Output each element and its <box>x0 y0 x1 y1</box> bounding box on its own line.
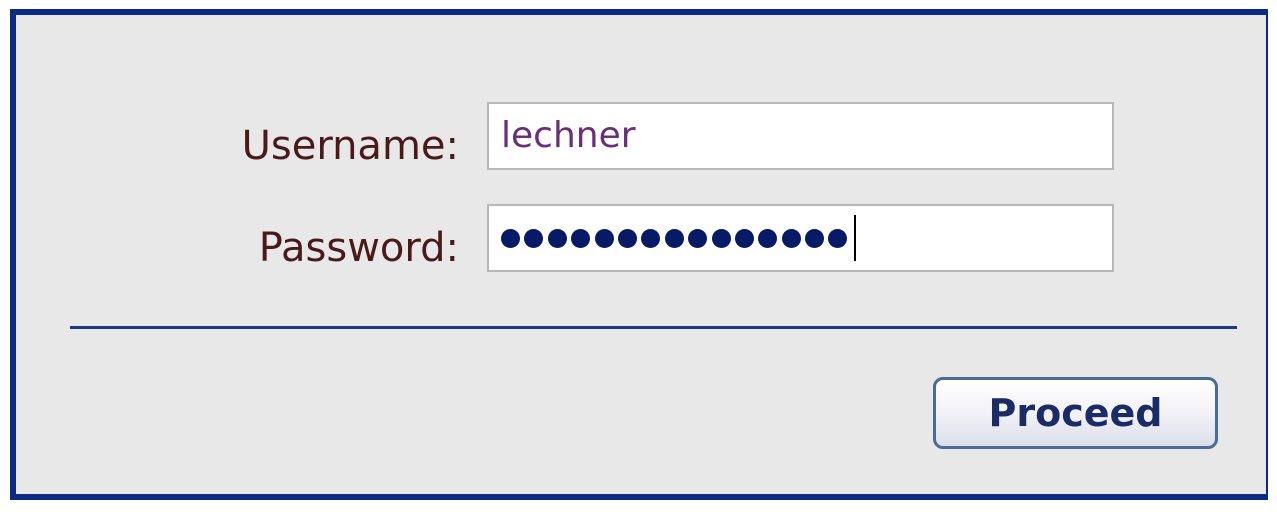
password-dot <box>711 228 731 248</box>
username-input-value: lechner <box>501 115 636 156</box>
login-panel: Username: lechner Password: Proceed <box>10 9 1268 500</box>
password-dot <box>664 228 684 248</box>
password-dot <box>594 228 614 248</box>
text-caret <box>853 215 856 261</box>
password-label: Password: <box>258 225 459 271</box>
password-dot <box>501 228 520 248</box>
password-mask <box>501 206 856 270</box>
password-input[interactable] <box>487 204 1114 272</box>
password-dot <box>758 228 778 248</box>
password-dot <box>571 228 591 248</box>
password-dot <box>617 228 637 248</box>
password-dot <box>547 228 567 248</box>
password-dot <box>688 228 708 248</box>
password-dot <box>805 228 825 248</box>
username-input[interactable]: lechner <box>487 102 1114 170</box>
password-dot <box>641 228 661 248</box>
password-dot <box>828 228 848 248</box>
password-dot <box>734 228 754 248</box>
form-divider <box>70 326 1237 329</box>
proceed-button[interactable]: Proceed <box>933 377 1218 449</box>
password-dot <box>781 228 801 248</box>
username-label: Username: <box>241 123 459 169</box>
password-dot <box>524 228 544 248</box>
